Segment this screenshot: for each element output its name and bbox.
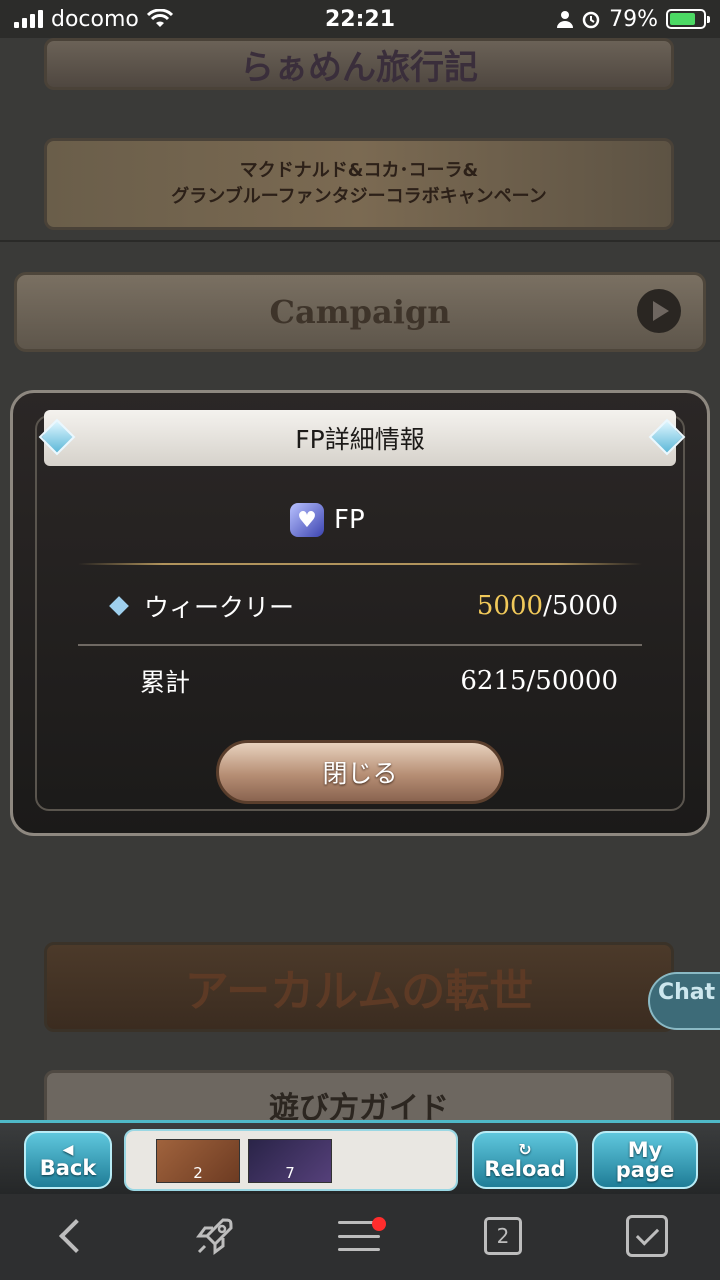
diamond-icon bbox=[109, 596, 129, 616]
heart-crystal-icon: ♥ bbox=[290, 503, 324, 537]
close-label: 閉じる bbox=[322, 759, 398, 788]
section-divider bbox=[0, 240, 720, 242]
back-label: Back bbox=[39, 1156, 97, 1180]
gold-divider bbox=[78, 563, 642, 565]
campaign-button[interactable]: Campaign bbox=[14, 272, 706, 352]
reload-label: Reload bbox=[484, 1157, 566, 1181]
chevron-left-icon bbox=[59, 1219, 93, 1253]
tray-slot-1[interactable]: 2 bbox=[156, 1139, 240, 1183]
rocket-icon bbox=[196, 1218, 233, 1255]
arcarum-banner[interactable]: アーカルムの転世 bbox=[44, 942, 674, 1032]
ramen-banner-title: らぁめん旅行記 bbox=[240, 47, 478, 88]
status-right-group: 79% bbox=[557, 6, 710, 32]
tray-slot-2[interactable]: 7 bbox=[248, 1139, 332, 1183]
mypage-button[interactable]: My page bbox=[592, 1131, 698, 1189]
close-button[interactable]: 閉じる bbox=[216, 740, 504, 804]
ramen-banner[interactable]: らぁめん旅行記 bbox=[44, 38, 674, 90]
item-tray: 2 7 bbox=[124, 1129, 458, 1191]
person-icon bbox=[557, 11, 574, 28]
weekly-current: 5000 bbox=[476, 591, 544, 621]
total-label: 累計 bbox=[140, 668, 191, 697]
weekly-max: /5000 bbox=[543, 591, 618, 621]
modal-title: FP詳細情報 bbox=[295, 425, 425, 454]
mcdonalds-collab-banner[interactable]: マクドナルド&コカ･コーラ& グランブルーファンタジーコラボキャンペーン bbox=[44, 138, 674, 230]
chat-label: Chat bbox=[658, 980, 716, 1005]
browser-back-button[interactable] bbox=[46, 1214, 96, 1258]
alarm-icon bbox=[582, 11, 600, 29]
slot2-count: 7 bbox=[285, 1164, 295, 1182]
mypage-label-2: page bbox=[615, 1158, 675, 1182]
row-separator bbox=[78, 644, 642, 646]
rocket-button[interactable] bbox=[190, 1214, 240, 1258]
arcarum-title: アーカルムの転世 bbox=[184, 966, 534, 1017]
battery-icon bbox=[666, 9, 710, 29]
menu-button[interactable] bbox=[334, 1214, 386, 1258]
chat-button[interactable]: Chat bbox=[648, 972, 720, 1030]
weekly-row: ウィークリー 5000/5000 bbox=[78, 584, 642, 628]
mcd-banner-text: マクドナルド&コカ･コーラ& グランブルーファンタジーコラボキャンペーン bbox=[171, 158, 546, 210]
campaign-label: Campaign bbox=[269, 293, 451, 331]
fp-heading: ♥ FP bbox=[290, 500, 365, 540]
status-bar: docomo 22:21 79% bbox=[0, 0, 720, 38]
notification-dot bbox=[372, 1217, 386, 1231]
game-bottom-bar: ◀ Back 2 7 ↻ Reload My page bbox=[0, 1120, 720, 1197]
weekly-value: 5000/5000 bbox=[477, 591, 618, 621]
mypage-label-1: My bbox=[627, 1138, 663, 1162]
fp-label: FP bbox=[334, 505, 365, 535]
browser-toolbar: 2 bbox=[0, 1194, 720, 1280]
play-icon bbox=[637, 289, 681, 333]
reload-button[interactable]: ↻ Reload bbox=[472, 1131, 578, 1189]
modal-header: FP詳細情報 bbox=[44, 410, 676, 466]
menu-icon bbox=[338, 1217, 386, 1251]
tabs-button[interactable]: 2 bbox=[478, 1214, 528, 1258]
slot1-count: 2 bbox=[193, 1164, 203, 1182]
mcd-banner-line1: マクドナルド&コカ･コーラ& bbox=[239, 160, 479, 181]
checklist-button[interactable] bbox=[622, 1214, 672, 1258]
total-value: 6215/50000 bbox=[460, 666, 618, 696]
back-button[interactable]: ◀ Back bbox=[24, 1131, 112, 1189]
mcd-banner-line2: グランブルーファンタジーコラボキャンペーン bbox=[171, 186, 547, 207]
tab-count-icon: 2 bbox=[484, 1217, 522, 1255]
battery-percent: 79% bbox=[609, 6, 658, 32]
weekly-label: ウィークリー bbox=[144, 593, 295, 622]
checkbox-icon bbox=[626, 1215, 668, 1257]
total-row: 累計 6215/50000 bbox=[78, 659, 642, 703]
